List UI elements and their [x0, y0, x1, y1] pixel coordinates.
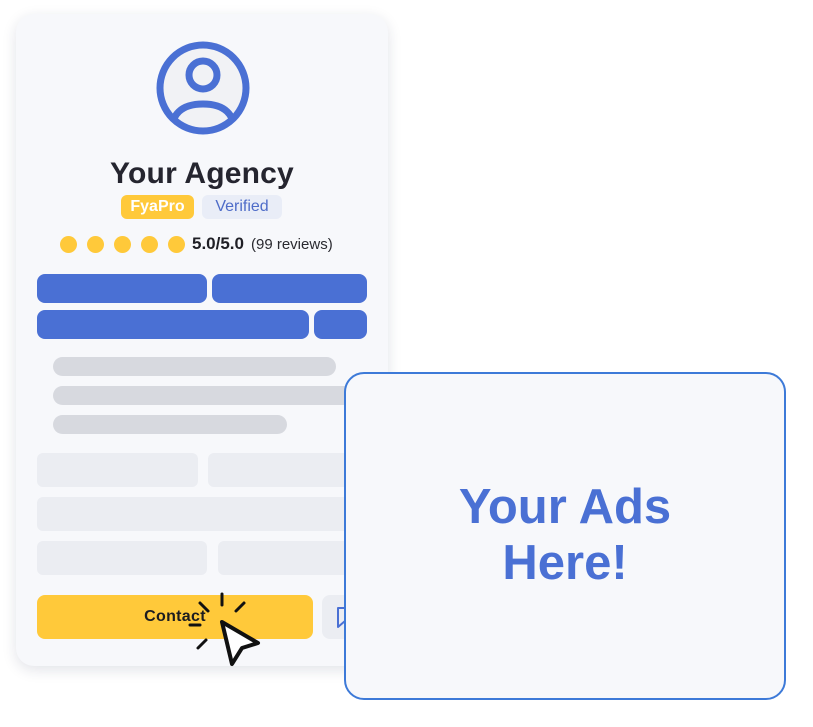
- agency-card: Your Agency FyaPro Verified 5.0/5.0 (99 …: [16, 14, 388, 666]
- star-icon: [87, 235, 104, 253]
- field-placeholder: [37, 453, 198, 487]
- review-count: (99 reviews): [251, 235, 333, 253]
- text-line-placeholder: [53, 415, 287, 434]
- star-icon: [114, 235, 131, 253]
- tag-placeholder: [37, 274, 207, 303]
- user-avatar-icon: [156, 41, 250, 135]
- ad-placeholder-box[interactable]: Your Ads Here!: [344, 372, 786, 700]
- ad-headline-line1: Your Ads: [458, 479, 672, 534]
- tag-placeholder: [37, 310, 309, 339]
- text-line-placeholder: [53, 357, 336, 376]
- pointer-cursor-icon: [188, 592, 260, 666]
- field-placeholder: [37, 497, 368, 531]
- star-icon: [168, 235, 185, 253]
- tag-placeholder: [212, 274, 367, 303]
- tag-placeholder: [314, 310, 367, 339]
- field-placeholder: [37, 541, 207, 575]
- ad-headline: Your Ads Here!: [459, 479, 671, 591]
- pro-badge: FyaPro: [121, 195, 194, 219]
- star-icon: [60, 235, 77, 253]
- rating-row: 5.0/5.0 (99 reviews): [60, 232, 333, 256]
- star-icon: [141, 235, 158, 253]
- agency-name: Your Agency: [110, 157, 294, 190]
- ad-headline-line2: Here!: [502, 535, 628, 590]
- verified-badge: Verified: [202, 195, 282, 219]
- text-line-placeholder: [53, 386, 353, 405]
- rating-score: 5.0/5.0: [192, 234, 244, 253]
